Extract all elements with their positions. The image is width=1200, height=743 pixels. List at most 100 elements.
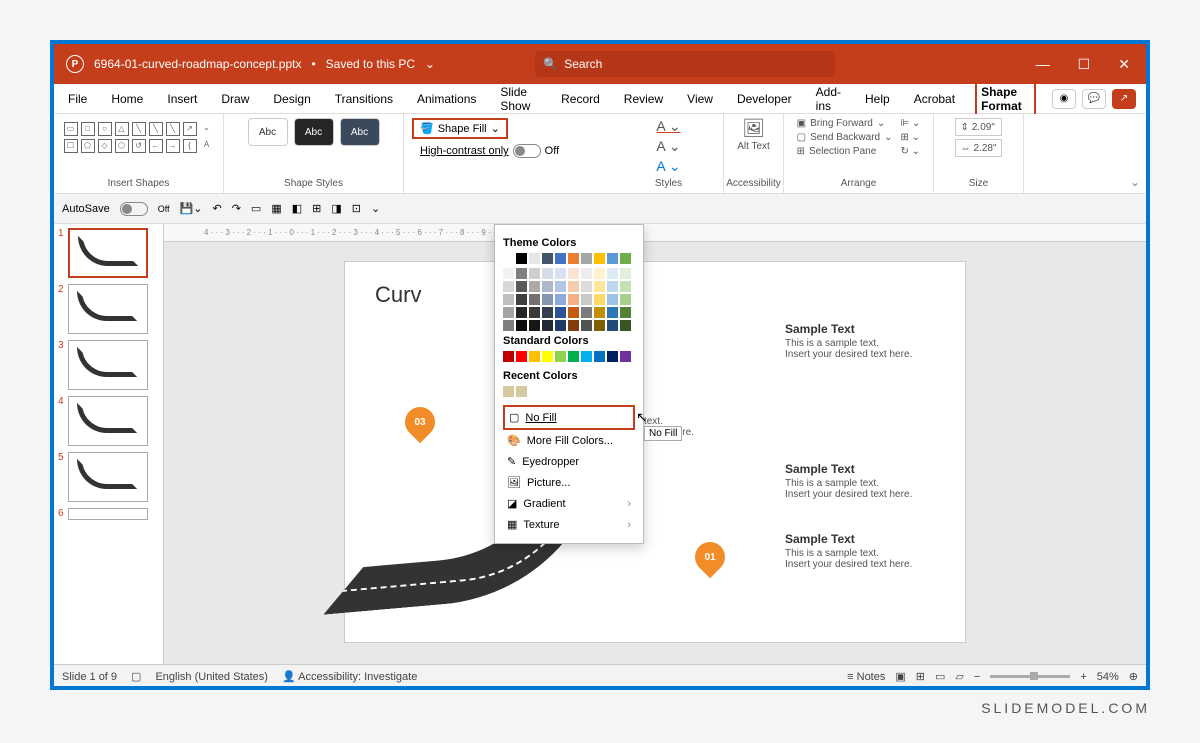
color-swatch[interactable]: [620, 268, 631, 279]
color-swatch[interactable]: [555, 253, 566, 264]
color-swatch[interactable]: [620, 253, 631, 264]
color-swatch[interactable]: [503, 268, 514, 279]
tab-view[interactable]: View: [683, 86, 717, 112]
no-fill-item[interactable]: ▢No Fill: [503, 405, 635, 430]
zoom-out-icon[interactable]: −: [974, 671, 980, 683]
search-field[interactable]: 🔍 Search: [535, 51, 835, 77]
color-swatch[interactable]: [568, 351, 579, 362]
color-swatch[interactable]: [620, 294, 631, 305]
comments-button[interactable]: 💬: [1082, 89, 1106, 109]
tab-record[interactable]: Record: [557, 86, 604, 112]
undo-icon[interactable]: ↶: [212, 202, 221, 215]
minimize-button[interactable]: —: [1036, 56, 1050, 73]
color-swatch[interactable]: [555, 351, 566, 362]
save-state[interactable]: Saved to this PC: [326, 57, 415, 71]
autosave-toggle[interactable]: [120, 202, 148, 216]
color-swatch[interactable]: [594, 268, 605, 279]
eyedropper-item[interactable]: ✎Eyedropper: [503, 451, 635, 472]
shape-fill-button[interactable]: 🪣 Shape Fill ⌄: [412, 118, 508, 139]
bring-forward-button[interactable]: ▣Bring Forward⌄: [797, 118, 893, 129]
standard-colors-row[interactable]: [503, 351, 635, 362]
color-swatch[interactable]: [503, 320, 514, 331]
qat-icon[interactable]: ⊞: [312, 202, 321, 215]
thumbnail-5[interactable]: [68, 452, 148, 502]
color-swatch[interactable]: [542, 268, 553, 279]
qat-icon[interactable]: ▭: [251, 202, 261, 215]
qat-more-icon[interactable]: ⌄: [371, 202, 380, 215]
theme-colors-grid[interactable]: [503, 253, 635, 264]
color-swatch[interactable]: [620, 320, 631, 331]
color-swatch[interactable]: [568, 281, 579, 292]
color-swatch[interactable]: [529, 253, 540, 264]
align-button[interactable]: ⊫ ⌄: [901, 118, 921, 129]
tab-help[interactable]: Help: [861, 86, 894, 112]
share-button[interactable]: ↗: [1112, 89, 1136, 109]
notes-button[interactable]: ≡ Notes: [847, 671, 885, 683]
color-swatch[interactable]: [529, 320, 540, 331]
color-swatch[interactable]: [555, 268, 566, 279]
color-swatch[interactable]: [542, 307, 553, 318]
tab-developer[interactable]: Developer: [733, 86, 796, 112]
tab-slideshow[interactable]: Slide Show: [496, 79, 541, 119]
zoom-in-icon[interactable]: +: [1080, 671, 1086, 683]
text-block-3[interactable]: Sample TextThis is a sample text.Insert …: [785, 462, 912, 500]
shape-height-input[interactable]: ⇕ 2.09": [955, 118, 1001, 136]
thumbnail-4[interactable]: [68, 396, 148, 446]
thumbnail-3[interactable]: [68, 340, 148, 390]
color-swatch[interactable]: [516, 351, 527, 362]
color-swatch[interactable]: [581, 307, 592, 318]
tab-design[interactable]: Design: [269, 86, 314, 112]
color-swatch[interactable]: [542, 351, 553, 362]
color-swatch[interactable]: [607, 307, 618, 318]
color-swatch[interactable]: [581, 253, 592, 264]
tab-file[interactable]: File: [64, 86, 91, 112]
tab-insert[interactable]: Insert: [163, 86, 201, 112]
color-swatch[interactable]: [529, 351, 540, 362]
color-swatch[interactable]: [503, 253, 514, 264]
text-fill-icon[interactable]: A ⌄: [656, 118, 680, 135]
color-swatch[interactable]: [516, 281, 527, 292]
reading-view-icon[interactable]: ▭: [935, 670, 945, 683]
color-swatch[interactable]: [516, 386, 527, 397]
color-swatch[interactable]: [581, 281, 592, 292]
theme-tints-grid[interactable]: [503, 268, 635, 331]
color-swatch[interactable]: [594, 351, 605, 362]
color-swatch[interactable]: [594, 294, 605, 305]
color-swatch[interactable]: [516, 268, 527, 279]
close-button[interactable]: ✕: [1118, 56, 1130, 73]
thumbnail-6[interactable]: [68, 508, 148, 520]
redo-icon[interactable]: ↷: [232, 202, 241, 215]
color-swatch[interactable]: [529, 294, 540, 305]
accessibility-status[interactable]: 👤 Accessibility: Investigate: [282, 670, 417, 683]
qat-icon[interactable]: ◨: [331, 202, 341, 215]
text-block-1[interactable]: Sample TextThis is a sample text.Insert …: [785, 322, 912, 360]
color-swatch[interactable]: [607, 351, 618, 362]
color-swatch[interactable]: [555, 320, 566, 331]
color-swatch[interactable]: [620, 351, 631, 362]
slide-canvas[interactable]: Curvept 01 02 03 Sample TextThis is a sa…: [345, 262, 965, 642]
more-fill-colors-item[interactable]: 🎨More Fill Colors...: [503, 430, 635, 451]
alt-text-icon[interactable]: 🖼: [742, 118, 765, 139]
thumbnail-2[interactable]: [68, 284, 148, 334]
normal-view-icon[interactable]: ▣: [895, 670, 905, 683]
color-swatch[interactable]: [594, 253, 605, 264]
tab-acrobat[interactable]: Acrobat: [910, 86, 959, 112]
gradient-fill-item[interactable]: ◪Gradient›: [503, 493, 635, 514]
color-swatch[interactable]: [555, 281, 566, 292]
toggle-switch[interactable]: [513, 144, 541, 158]
language-label[interactable]: English (United States): [155, 671, 268, 683]
color-swatch[interactable]: [542, 281, 553, 292]
group-button[interactable]: ⊞ ⌄: [901, 132, 921, 143]
tab-home[interactable]: Home: [107, 86, 147, 112]
rotate-button[interactable]: ↻ ⌄: [901, 146, 921, 157]
color-swatch[interactable]: [581, 268, 592, 279]
color-swatch[interactable]: [529, 268, 540, 279]
picture-fill-item[interactable]: 🖼Picture...: [503, 472, 635, 493]
color-swatch[interactable]: [503, 294, 514, 305]
color-swatch[interactable]: [516, 307, 527, 318]
record-button[interactable]: ◉: [1052, 89, 1076, 109]
style-swatch-1[interactable]: Abc: [248, 118, 288, 146]
color-swatch[interactable]: [503, 307, 514, 318]
text-outline-icon[interactable]: A ⌄: [656, 138, 680, 155]
fit-window-icon[interactable]: ⊕: [1129, 670, 1138, 683]
